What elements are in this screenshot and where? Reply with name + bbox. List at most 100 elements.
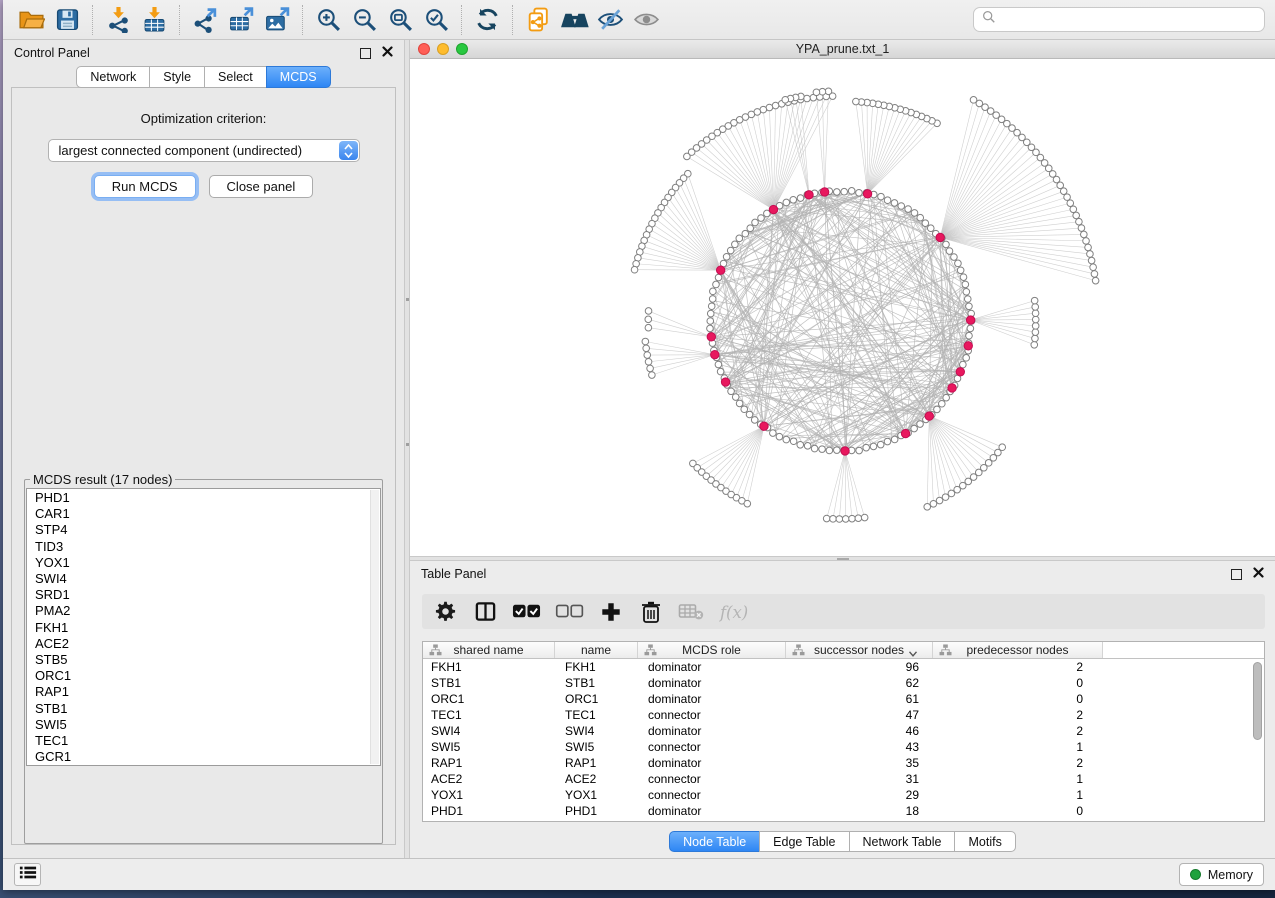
close-window-icon[interactable] — [418, 43, 430, 55]
maximize-window-icon[interactable] — [456, 43, 468, 55]
tab-edge-table[interactable]: Edge Table — [759, 831, 849, 852]
mcds-result-item[interactable]: TEC1 — [35, 733, 368, 749]
zoom-selected-icon[interactable] — [418, 4, 454, 36]
table-scrollbar[interactable] — [1253, 662, 1262, 740]
memory-button[interactable]: Memory — [1179, 863, 1264, 886]
task-history-button[interactable] — [14, 863, 41, 886]
export-network-icon[interactable] — [187, 4, 223, 36]
column-header-shared-name[interactable]: shared name — [423, 642, 555, 658]
float-panel-icon[interactable] — [360, 48, 371, 59]
column-label: shared name — [453, 643, 523, 657]
column-header-name[interactable]: name — [555, 642, 638, 658]
show-all-icon[interactable] — [628, 4, 664, 36]
control-panel-header: Control Panel — [3, 40, 404, 66]
zoom-in-icon[interactable] — [310, 4, 346, 36]
column-header-predecessor-nodes[interactable]: predecessor nodes — [933, 642, 1103, 658]
table-row[interactable]: SWI5SWI5connector431 — [423, 739, 1264, 755]
table-row[interactable]: PHD1PHD1dominator180 — [423, 803, 1264, 819]
tab-node-table[interactable]: Node Table — [669, 831, 760, 852]
mcds-result-item[interactable]: PMA2 — [35, 603, 368, 619]
network-window-titlebar[interactable]: YPA_prune.txt_1 — [410, 40, 1275, 59]
table-row[interactable]: FKH1FKH1dominator962 — [423, 659, 1264, 675]
table-settings-icon[interactable] — [432, 599, 458, 625]
mcds-result-item[interactable]: SRD1 — [35, 587, 368, 603]
network-window: YPA_prune.txt_1 — [410, 40, 1275, 556]
mcds-result-scrollbar[interactable] — [370, 490, 379, 764]
tab-network-table[interactable]: Network Table — [849, 831, 956, 852]
mcds-result-item[interactable]: TID3 — [35, 539, 368, 555]
tab-motifs[interactable]: Motifs — [954, 831, 1015, 852]
search-box[interactable] — [973, 7, 1265, 32]
table-row[interactable]: YOX1YOX1connector291 — [423, 787, 1264, 803]
sort-desc-icon[interactable] — [908, 647, 918, 661]
tab-select[interactable]: Select — [204, 66, 267, 88]
search-input[interactable] — [1002, 12, 1256, 28]
binoculars-icon[interactable] — [556, 4, 592, 36]
tab-style[interactable]: Style — [149, 66, 205, 88]
table-row[interactable]: RAP1RAP1dominator352 — [423, 755, 1264, 771]
toolbar-separator — [512, 5, 513, 35]
run-mcds-button[interactable]: Run MCDS — [94, 175, 196, 198]
select-stepper-icon — [339, 141, 358, 160]
export-image-icon[interactable] — [259, 4, 295, 36]
network-canvas-svg — [410, 59, 1275, 556]
criterion-select[interactable]: largest connected component (undirected) — [48, 139, 360, 162]
table-cell: connector — [638, 772, 786, 786]
delete-column-icon[interactable] — [638, 599, 664, 625]
hide-selected-icon[interactable] — [592, 4, 628, 36]
deselect-all-icon[interactable] — [555, 599, 584, 625]
mcds-result-item[interactable]: GCR1 — [35, 749, 368, 765]
network-canvas[interactable] — [410, 59, 1275, 556]
delete-table-icon — [678, 599, 704, 625]
mcds-result-item[interactable]: ORC1 — [35, 668, 368, 684]
table-cell: TEC1 — [423, 708, 555, 722]
tab-network[interactable]: Network — [76, 66, 150, 88]
toolbar-separator — [179, 5, 180, 35]
table-panel-header: Table Panel — [410, 561, 1275, 587]
mcds-result-item[interactable]: SWI5 — [35, 717, 368, 733]
mcds-result-item[interactable]: PHD1 — [35, 490, 368, 506]
svg-text:f(x): f(x) — [718, 602, 748, 621]
duplicate-network-icon[interactable] — [520, 4, 556, 36]
column-header-successor-nodes[interactable]: successor nodes — [786, 642, 933, 658]
mcds-result-item[interactable]: CAR1 — [35, 506, 368, 522]
tab-mcds[interactable]: MCDS — [266, 66, 331, 88]
mcds-result-item[interactable]: YOX1 — [35, 555, 368, 571]
table-row[interactable]: STB1STB1dominator620 — [423, 675, 1264, 691]
tree-icon — [429, 644, 442, 659]
mcds-result-item[interactable]: SWI4 — [35, 571, 368, 587]
minimize-window-icon[interactable] — [437, 43, 449, 55]
mcds-result-item[interactable]: STB1 — [35, 701, 368, 717]
close-panel-icon[interactable] — [382, 46, 393, 60]
float-table-panel-icon[interactable] — [1231, 569, 1242, 580]
mcds-result-item[interactable]: FKH1 — [35, 620, 368, 636]
table-cell: YOX1 — [555, 788, 638, 802]
criterion-select-value: largest connected component (undirected) — [59, 143, 303, 158]
mcds-result-item[interactable]: RAP1 — [35, 684, 368, 700]
import-network-icon[interactable] — [100, 4, 136, 36]
mcds-result-item[interactable]: STP4 — [35, 522, 368, 538]
mcds-result-item[interactable]: STB5 — [35, 652, 368, 668]
split-panel-icon[interactable] — [472, 599, 498, 625]
table-row[interactable]: ACE2ACE2connector311 — [423, 771, 1264, 787]
table-cell: 96 — [786, 660, 933, 674]
mcds-result-list[interactable]: PHD1CAR1STP4TID3YOX1SWI4SRD1PMA2FKH1ACE2… — [26, 488, 381, 766]
table-row[interactable]: SWI4SWI4dominator462 — [423, 723, 1264, 739]
close-table-panel-icon[interactable] — [1253, 567, 1264, 581]
node-table[interactable]: shared name nameMCDS role successor nodes p… — [422, 641, 1265, 822]
table-row[interactable]: ORC1ORC1dominator610 — [423, 691, 1264, 707]
mcds-result-item[interactable]: ACE2 — [35, 636, 368, 652]
refresh-icon[interactable] — [469, 4, 505, 36]
add-column-icon[interactable] — [598, 599, 624, 625]
table-row[interactable]: TEC1TEC1connector472 — [423, 707, 1264, 723]
import-table-icon[interactable] — [136, 4, 172, 36]
column-label: successor nodes — [814, 643, 904, 657]
zoom-out-icon[interactable] — [346, 4, 382, 36]
select-all-icon[interactable] — [512, 599, 541, 625]
export-table-icon[interactable] — [223, 4, 259, 36]
column-header-MCDS-role[interactable]: MCDS role — [638, 642, 786, 658]
zoom-fit-icon[interactable] — [382, 4, 418, 36]
close-panel-button[interactable]: Close panel — [209, 175, 314, 198]
save-icon[interactable] — [49, 4, 85, 36]
open-folder-icon[interactable] — [13, 4, 49, 36]
